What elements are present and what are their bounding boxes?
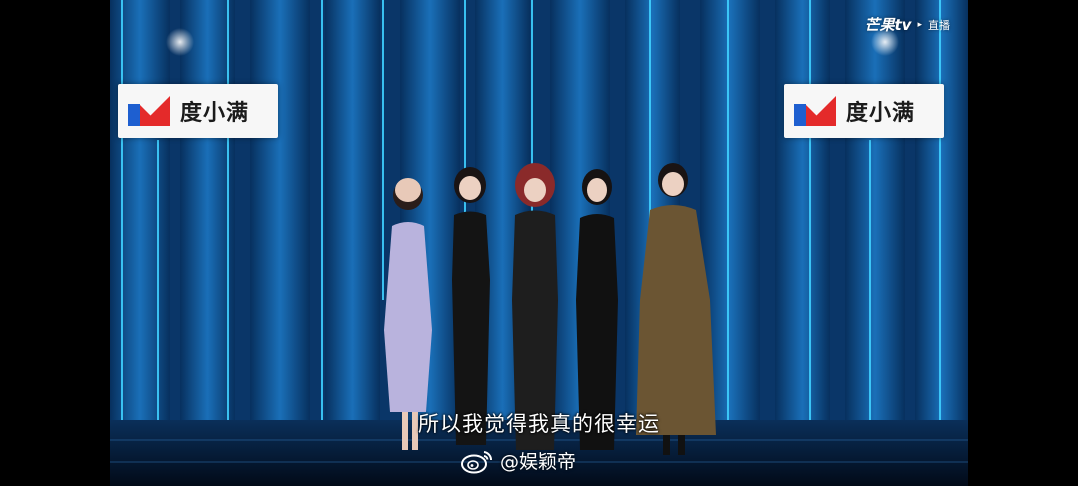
live-label: 直播	[928, 18, 950, 32]
sponsor-name-left: 度小满	[180, 101, 250, 126]
play-icon: ▸	[917, 19, 922, 30]
screenshot-frame: 度小满 度小满 芒果tv ▸ 直播 所以我觉得我真的很幸运 @娱颖帝	[0, 0, 1078, 486]
sponsor-name-right: 度小满	[846, 101, 916, 126]
weibo-watermark: @娱颖帝	[460, 447, 576, 474]
sponsor-board-right: 度小满	[784, 84, 944, 138]
sponsor-board-left: 度小满	[118, 84, 278, 138]
video-frame: 度小满 度小满 芒果tv ▸ 直播 所以我觉得我真的很幸运 @娱颖帝	[110, 0, 968, 486]
brand-name: 芒果tv	[864, 16, 912, 34]
du-xiaoman-logo-icon	[794, 96, 838, 126]
du-xiaoman-logo-icon	[128, 96, 172, 126]
watermark-handle: @娱颖帝	[500, 451, 577, 473]
subtitle-caption: 所以我觉得我真的很幸运	[418, 412, 660, 436]
weibo-icon	[461, 450, 493, 473]
broadcaster-logo: 芒果tv ▸ 直播	[865, 14, 950, 35]
